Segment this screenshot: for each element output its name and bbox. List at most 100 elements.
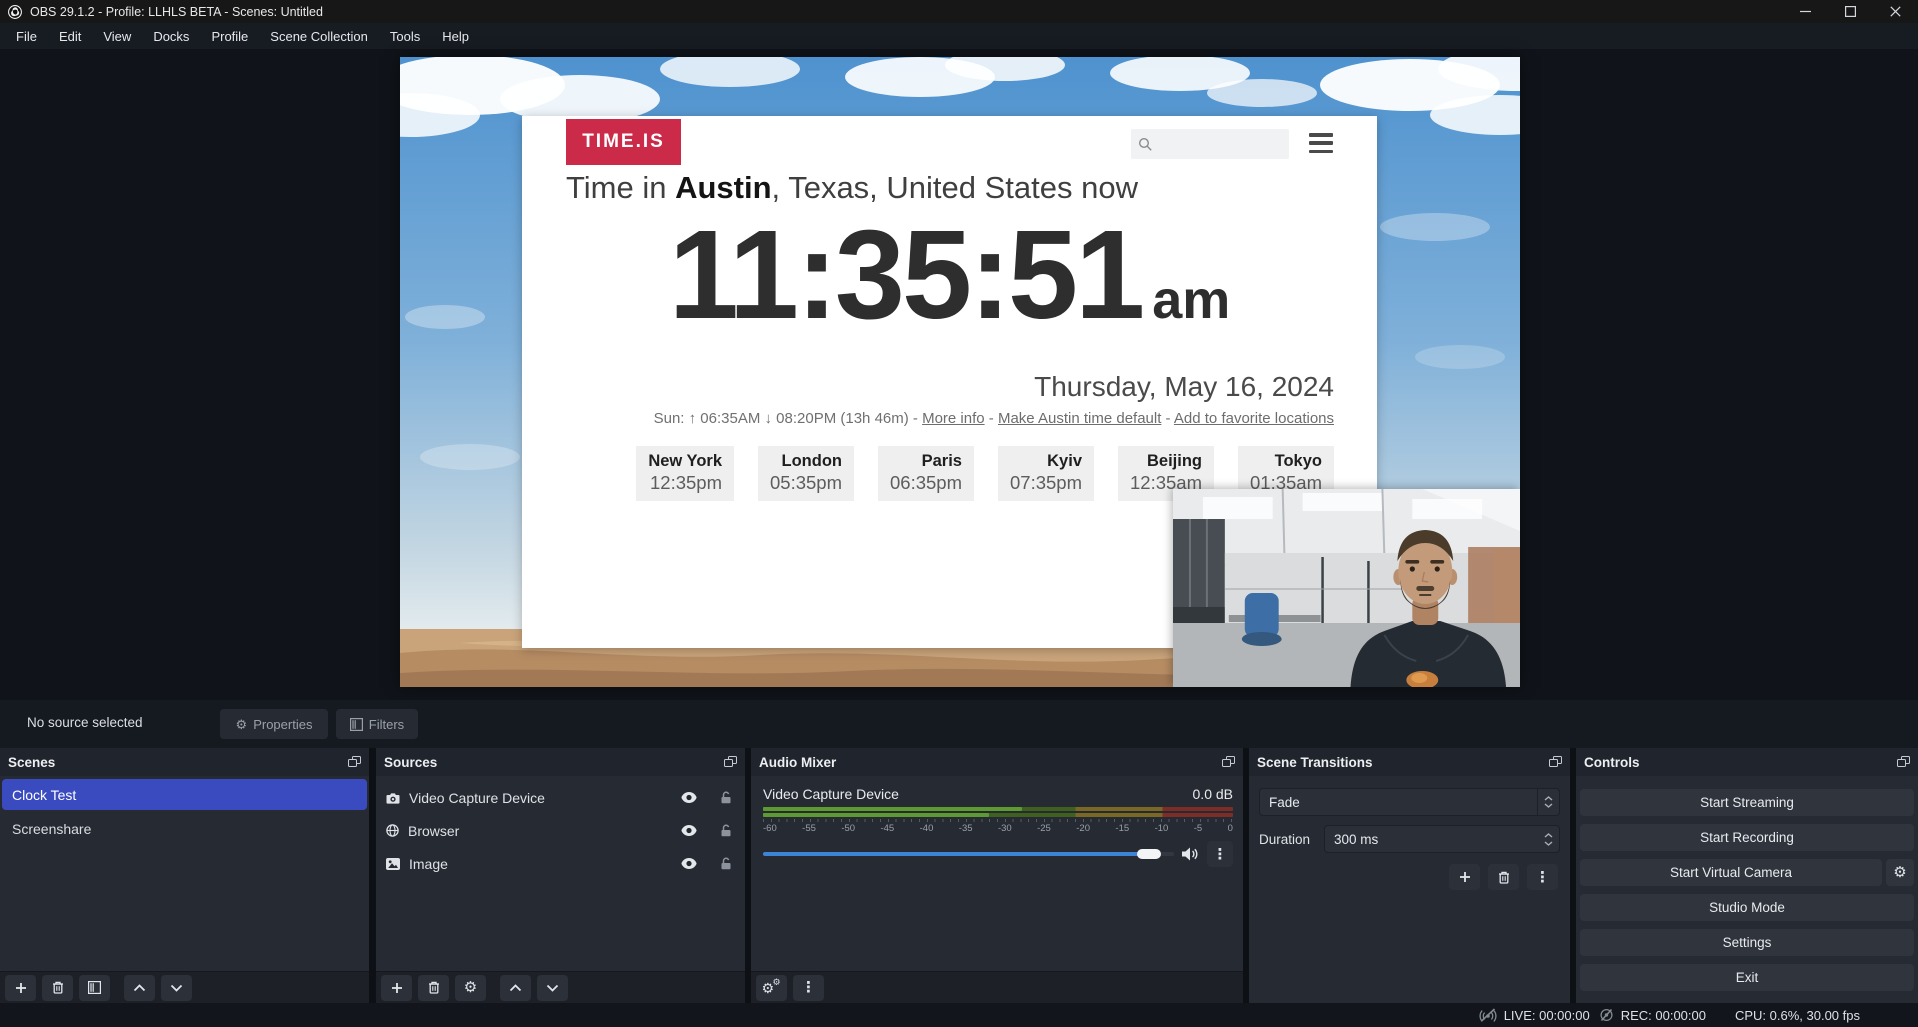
advanced-audio-button[interactable]: ⚙⚙: [756, 975, 787, 1001]
transition-select[interactable]: Fade: [1259, 788, 1560, 816]
more-info-link[interactable]: More info: [922, 410, 985, 427]
move-source-up-button[interactable]: [500, 975, 531, 1001]
search-input[interactable]: [1131, 129, 1289, 159]
popout-icon[interactable]: [1222, 756, 1235, 768]
menu-view[interactable]: View: [92, 25, 142, 48]
remove-scene-button[interactable]: [42, 975, 73, 1001]
remove-transition-button[interactable]: [1488, 864, 1519, 890]
start-virtual-camera-button[interactable]: Start Virtual Camera: [1580, 859, 1882, 886]
add-source-button[interactable]: [381, 975, 412, 1001]
tick-label: -10: [1155, 823, 1169, 834]
select-arrows-icon: [1537, 789, 1559, 815]
city-card-kyiv[interactable]: Kyiv 07:35pm: [998, 446, 1094, 501]
menu-profile[interactable]: Profile: [200, 25, 259, 48]
popout-icon[interactable]: [348, 756, 361, 768]
meter-scale: -60 -55 -50 -45 -40 -35 -30 -25 -20 -15 …: [763, 823, 1233, 834]
virtual-camera-settings-button[interactable]: ⚙: [1886, 859, 1914, 886]
move-scene-up-button[interactable]: [124, 975, 155, 1001]
obs-logo-icon: [8, 5, 22, 19]
mixer-options-button[interactable]: ⋮: [793, 975, 824, 1001]
add-scene-button[interactable]: [5, 975, 36, 1001]
heading-prefix: Time in: [566, 170, 675, 205]
tick-label: -45: [880, 823, 894, 834]
visibility-eye-icon[interactable]: [681, 825, 697, 836]
rec-time: REC: 00:00:00: [1621, 1008, 1706, 1023]
transition-options-button[interactable]: ⋮: [1527, 864, 1558, 890]
lock-icon[interactable]: [720, 857, 732, 870]
lock-icon[interactable]: [720, 824, 732, 837]
mixer-db-value: 0.0 dB: [1193, 786, 1233, 802]
city-name: London: [770, 452, 842, 471]
scene-item-clock-test[interactable]: Clock Test: [2, 779, 367, 810]
source-properties-button[interactable]: ⚙: [455, 975, 486, 1001]
city-card-new-york[interactable]: New York 12:35pm: [636, 446, 734, 501]
webcam-image: [1173, 489, 1520, 687]
add-transition-button[interactable]: [1449, 864, 1480, 890]
clock-meridiem: am: [1152, 270, 1230, 330]
maximize-button[interactable]: [1828, 0, 1873, 23]
close-button[interactable]: [1873, 0, 1918, 23]
popout-icon[interactable]: [724, 756, 737, 768]
source-item-browser[interactable]: Browser: [376, 815, 745, 846]
globe-icon: [386, 824, 399, 837]
menu-edit[interactable]: Edit: [48, 25, 92, 48]
menu-scene-collection[interactable]: Scene Collection: [259, 25, 379, 48]
sources-list: Video Capture Device Browser: [376, 776, 745, 971]
menu-tools[interactable]: Tools: [379, 25, 431, 48]
audio-mixer-dock: Audio Mixer Video Capture Device 0.0 dB: [751, 748, 1243, 1003]
filters-button[interactable]: Filters: [336, 709, 418, 739]
remove-source-button[interactable]: [418, 975, 449, 1001]
add-favorite-link[interactable]: Add to favorite locations: [1174, 410, 1334, 427]
popout-icon[interactable]: [1897, 756, 1910, 768]
menu-file[interactable]: File: [5, 25, 48, 48]
scene-filters-button[interactable]: [79, 975, 110, 1001]
mixer-channel-options-button[interactable]: ⋮: [1207, 841, 1233, 867]
hamburger-menu-icon[interactable]: [1309, 133, 1333, 153]
visibility-eye-icon[interactable]: [681, 792, 697, 803]
scene-canvas[interactable]: TIME.IS Time in Austin, Texas, United St…: [400, 57, 1520, 687]
city-card-london[interactable]: London 05:35pm: [758, 446, 854, 501]
city-time: 06:35pm: [890, 472, 962, 494]
source-item-video-capture[interactable]: Video Capture Device: [376, 782, 745, 813]
exit-button[interactable]: Exit: [1580, 964, 1914, 991]
timeis-logo[interactable]: TIME.IS: [566, 119, 681, 165]
current-date: Thursday, May 16, 2024: [1034, 371, 1334, 403]
start-streaming-button[interactable]: Start Streaming: [1580, 789, 1914, 816]
lock-icon[interactable]: [720, 791, 732, 804]
source-item-image[interactable]: Image: [376, 848, 745, 879]
popout-icon[interactable]: [1549, 756, 1562, 768]
duration-spinbox[interactable]: 300 ms: [1324, 825, 1560, 853]
statusbar: LIVE: 00:00:00 REC: 00:00:00 CPU: 0.6%, …: [0, 1003, 1918, 1027]
move-scene-down-button[interactable]: [161, 975, 192, 1001]
speaker-icon[interactable]: [1182, 847, 1199, 861]
source-label: Browser: [408, 823, 672, 839]
move-source-down-button[interactable]: [537, 975, 568, 1001]
scene-item-screenshare[interactable]: Screenshare: [2, 813, 367, 844]
make-default-link[interactable]: Make Austin time default: [998, 410, 1161, 427]
gear-icon: ⚙: [236, 718, 248, 731]
transitions-title: Scene Transitions: [1257, 755, 1373, 770]
duration-value: 300 ms: [1325, 832, 1537, 847]
volume-slider[interactable]: [763, 852, 1174, 856]
mixer-toolbar: ⚙⚙ ⋮: [751, 971, 1243, 1003]
city-name: New York: [648, 452, 722, 471]
volume-slider-handle[interactable]: [1137, 849, 1161, 859]
camera-icon: [386, 792, 400, 804]
window-title: OBS 29.1.2 - Profile: LLHLS BETA - Scene…: [30, 5, 323, 19]
filter-icon: [350, 718, 363, 731]
menu-help[interactable]: Help: [431, 25, 480, 48]
studio-mode-button[interactable]: Studio Mode: [1580, 894, 1914, 921]
scenes-toolbar: [0, 971, 369, 1003]
properties-button[interactable]: ⚙ Properties: [220, 709, 328, 739]
menu-docks[interactable]: Docks: [142, 25, 200, 48]
minimize-button[interactable]: [1783, 0, 1828, 23]
webcam-video-source[interactable]: [1173, 489, 1520, 687]
spinbox-arrows-icon[interactable]: [1537, 833, 1559, 846]
start-recording-button[interactable]: Start Recording: [1580, 824, 1914, 851]
tick-label: -55: [802, 823, 816, 834]
settings-button[interactable]: Settings: [1580, 929, 1914, 956]
city-card-paris[interactable]: Paris 06:35pm: [878, 446, 974, 501]
menubar: File Edit View Docks Profile Scene Colle…: [0, 23, 1918, 49]
visibility-eye-icon[interactable]: [681, 858, 697, 869]
obs-main-window: OBS 29.1.2 - Profile: LLHLS BETA - Scene…: [0, 0, 1918, 1027]
